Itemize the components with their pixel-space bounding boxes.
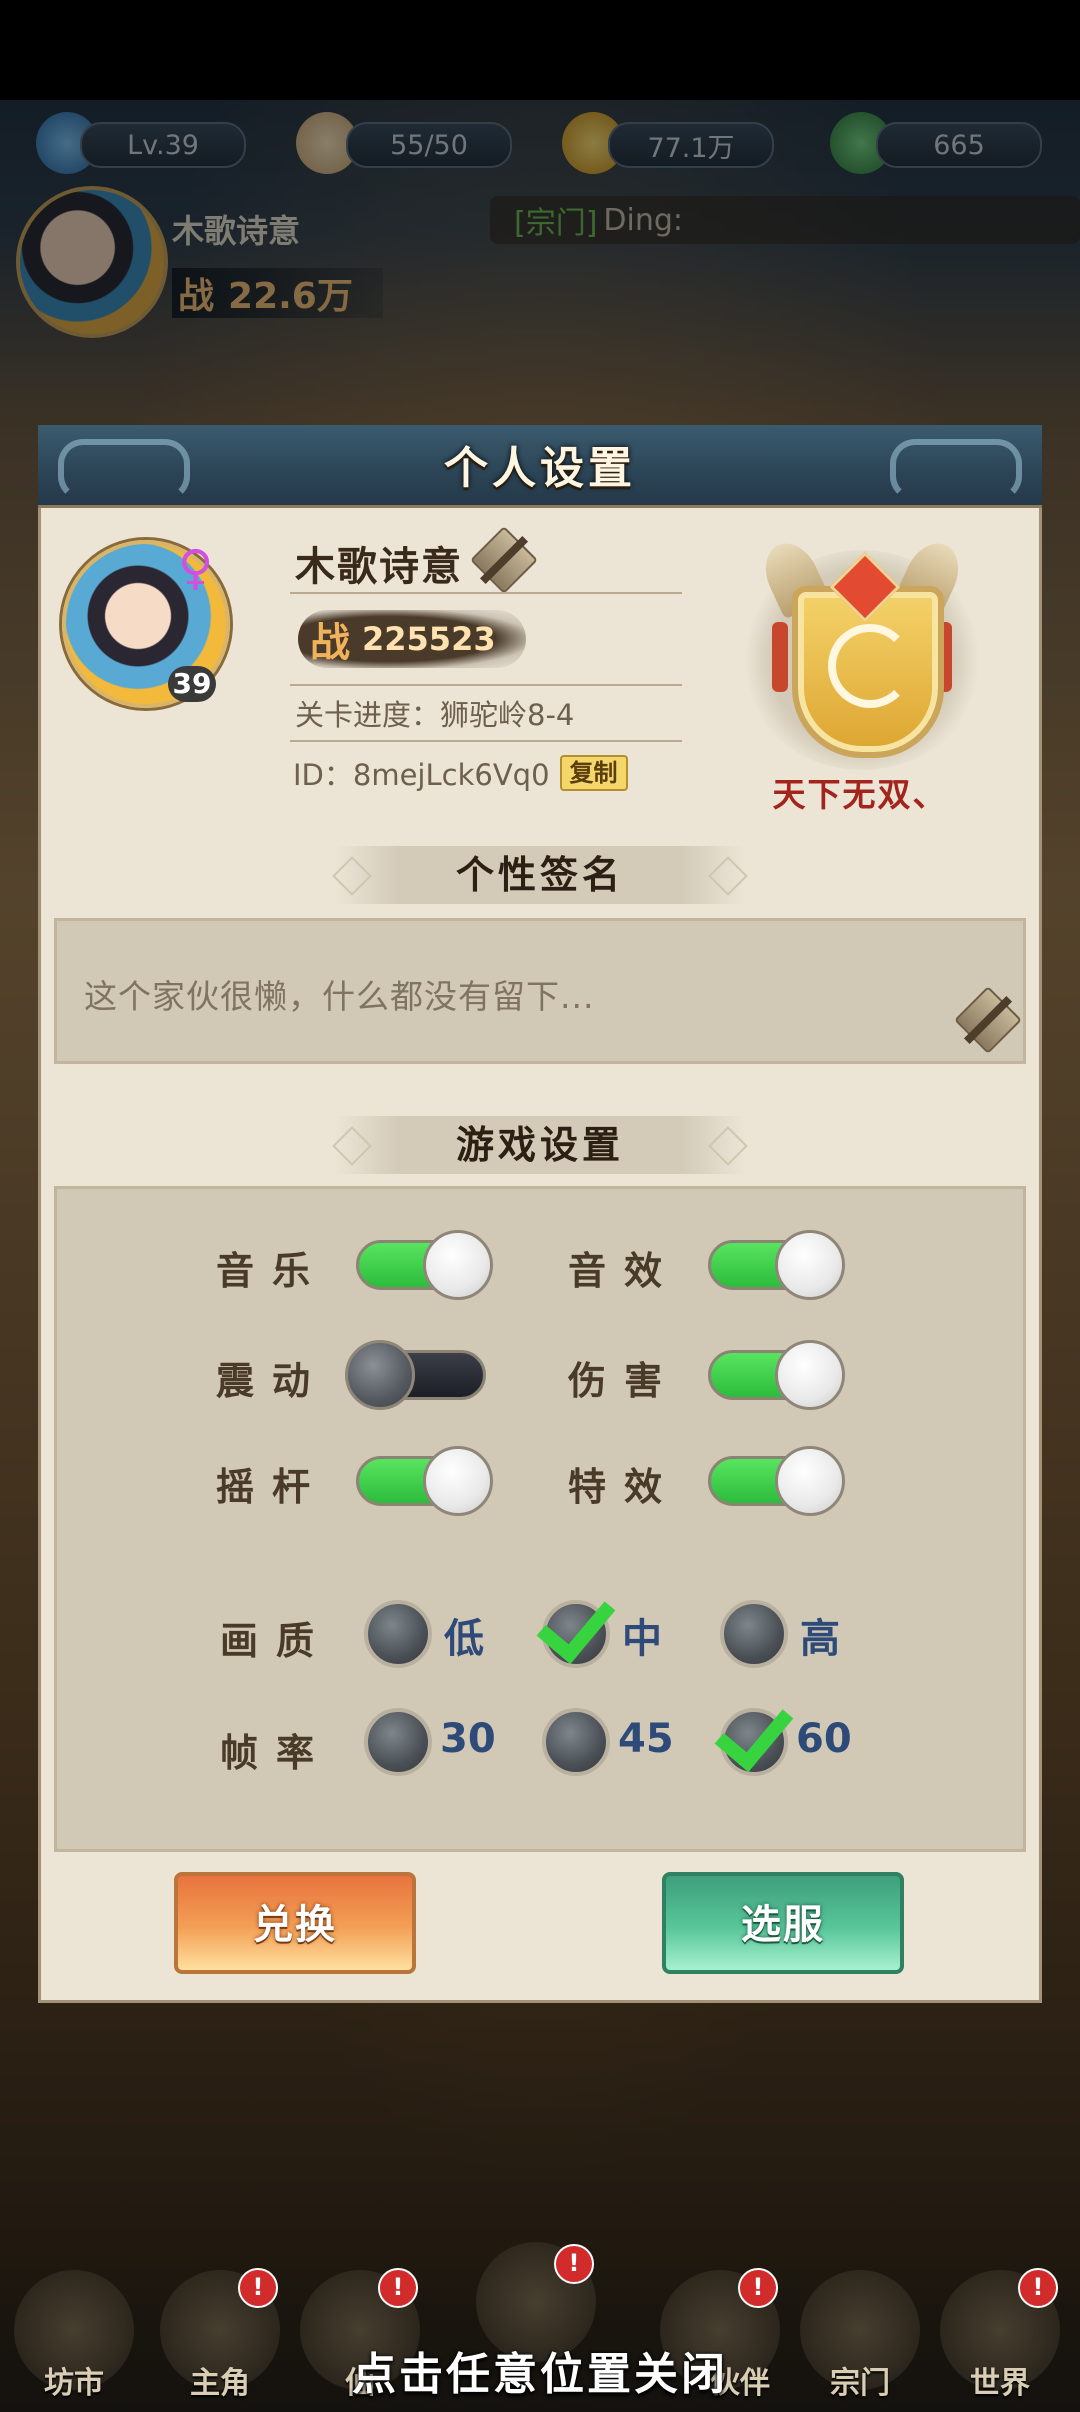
frame-rate-label: 帧率 [220,1731,333,1775]
signature-header: 个性签名 [334,846,746,904]
player-name: 木歌诗意 [295,544,463,590]
fps-60-radio[interactable] [714,1690,794,1776]
vibration-label: 震动 [216,1359,329,1403]
honor-shield-icon[interactable] [742,526,982,776]
game-settings-header: 游戏设置 [334,1116,746,1174]
copy-id-button[interactable]: 复制 [559,755,628,791]
player-power: 战 225523 [298,610,526,668]
stage-progress: 关卡进度：狮驼岭8-4 [295,698,575,732]
quality-low-radio[interactable] [364,1600,432,1668]
fps-45-radio[interactable] [542,1708,610,1776]
divider [290,592,682,594]
panel-title: 个人设置 [444,443,636,494]
exchange-button[interactable]: 兑换 [174,1872,416,1974]
select-server-button[interactable]: 选服 [662,1872,904,1974]
vibration-toggle[interactable] [345,1340,486,1410]
nav-hero-alert-badge: ! [238,2268,278,2308]
toggle-knob [423,1446,493,1516]
quality-high-label: 高 [800,1616,840,1662]
music-label: 音乐 [216,1249,329,1293]
gender-female-icon: ♀ [178,540,214,596]
player-id-row: ID：8mejLck6Vq0 复制 [293,752,628,794]
sound-effects-label: 音效 [568,1249,681,1293]
toggle-knob [775,1340,845,1410]
nav-world-alert-badge: ! [1018,2268,1058,2308]
damage-label: 伤害 [568,1359,681,1403]
signature-text: 这个家伙很懒，什么都没有留下... [84,977,595,1016]
close-hint: 点击任意位置关闭 [352,2349,728,2400]
toggle-knob [423,1230,493,1300]
power-icon: 战 [310,620,350,666]
fps-30-radio[interactable] [364,1708,432,1776]
quality-high-radio[interactable] [720,1600,788,1668]
fps-60-label: 60 [796,1716,852,1762]
divider [290,740,682,742]
avatar-level-badge: 39 [168,666,216,702]
effects-label: 特效 [568,1465,681,1509]
tassel-left [772,622,788,692]
power-value: 225523 [362,620,496,658]
toggle-knob [775,1230,845,1300]
fps-30-label: 30 [440,1716,496,1762]
nav-center-alert-badge: ! [554,2244,594,2284]
game-settings-box [54,1186,1026,1852]
quality-medium-label: 中 [622,1616,662,1662]
quality-label: 画质 [220,1619,333,1663]
quality-low-label: 低 [444,1616,484,1662]
honor-title: 天下无双、 [772,775,948,814]
fps-45-label: 45 [618,1716,674,1762]
joystick-toggle[interactable] [356,1446,493,1516]
nav-immortal-alert-badge: ! [378,2268,418,2308]
quality-medium-radio[interactable] [536,1582,616,1668]
music-toggle[interactable] [356,1230,493,1300]
toggle-knob [775,1446,845,1516]
effects-toggle[interactable] [708,1446,845,1516]
toggle-knob [345,1340,415,1410]
sound-effects-toggle[interactable] [708,1230,845,1300]
player-id: ID：8mejLck6Vq0 [293,758,550,792]
damage-toggle[interactable] [708,1340,845,1410]
divider [290,684,682,686]
joystick-label: 摇杆 [216,1465,329,1509]
nav-partner-alert-badge: ! [738,2268,778,2308]
dragon-emblem-icon [828,624,912,708]
